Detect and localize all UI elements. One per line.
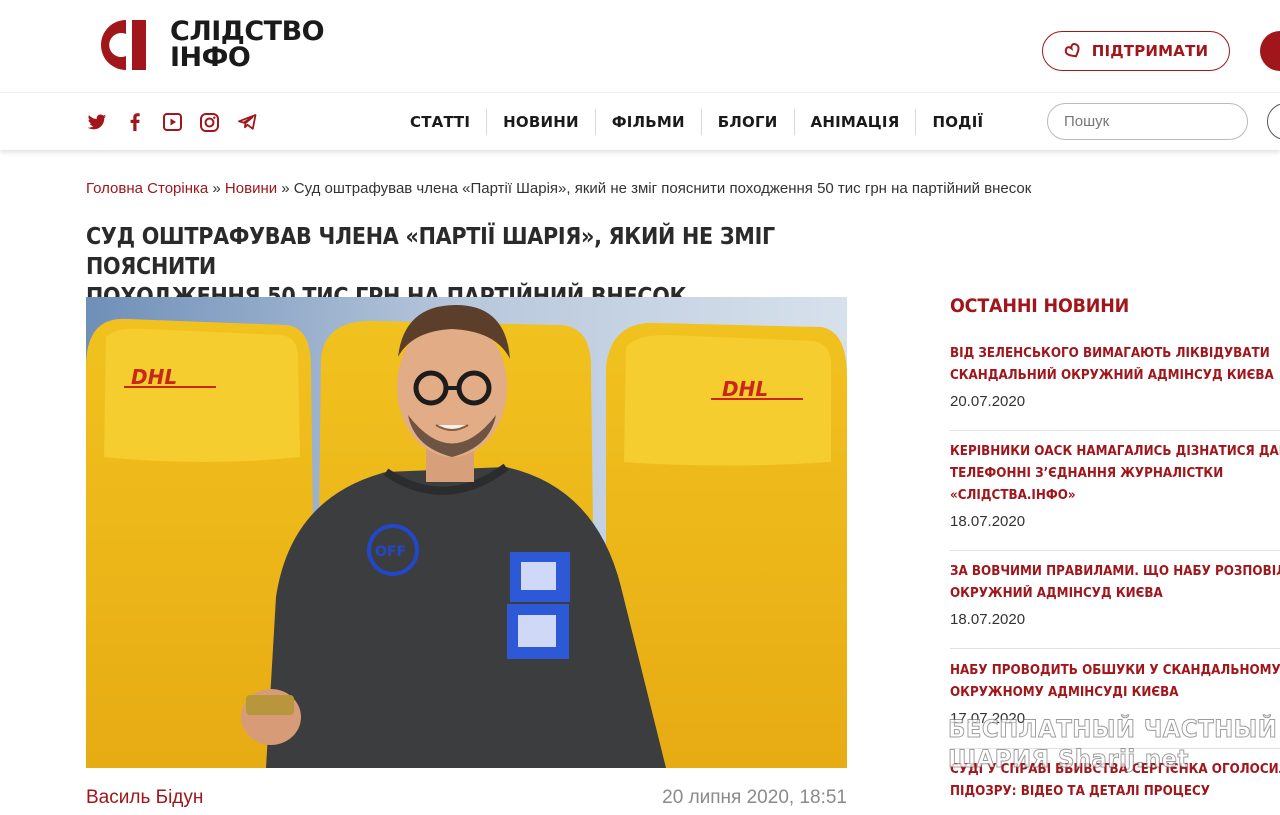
top-header: СЛІДСТВО ІНФО ПІДТРИМАТИ [0, 0, 1280, 92]
news-item-title-line[interactable]: ОКРУЖНОМУ АДМІНСУДІ КИЄВА [950, 682, 1280, 704]
dhl-logo-right: DHL [722, 377, 768, 401]
facebook-icon[interactable] [124, 111, 146, 133]
news-item-title-line[interactable]: «СЛІДСТВА.ІНФО» [950, 485, 1280, 507]
news-item[interactable]: КЕРІВНИКИ ОАСК НАМАГАЛИСЬ ДІЗНАТИСЯ ДАНІ… [950, 441, 1280, 530]
news-item-title-line[interactable]: ТЕЛЕФОННІ З’ЄДНАННЯ ЖУРНАЛІСТКИ [950, 463, 1280, 485]
nav-item-articles[interactable]: СТАТТІ [394, 109, 488, 135]
youtube-icon[interactable] [161, 111, 183, 133]
search-input[interactable] [1064, 113, 1263, 130]
instagram-icon[interactable] [199, 111, 221, 133]
nav-bar: СТАТТІ НОВИНИ ФІЛЬМИ БЛОГИ АНІМАЦІЯ ПОДІ… [0, 92, 1280, 150]
divider [950, 748, 1280, 749]
news-item[interactable]: ВІД ЗЕЛЕНСЬКОГО ВИМАГАЮТЬ ЛІКВІДУВАТИ СК… [950, 343, 1280, 410]
news-item-date: 20.07.2020 [950, 393, 1026, 410]
divider [950, 430, 1280, 431]
nav-item-blogs[interactable]: БЛОГИ [702, 109, 795, 135]
news-item-date: 18.07.2020 [950, 611, 1026, 628]
search-box [1047, 103, 1263, 140]
main-menu: СТАТТІ НОВИНИ ФІЛЬМИ БЛОГИ АНІМАЦІЯ ПОДІ… [394, 109, 999, 135]
news-item-title-line[interactable]: ПІДОЗРУ: ВІДЕО ТА ДЕТАЛІ ПРОЦЕСУ [950, 781, 1280, 803]
account-button[interactable] [1260, 31, 1280, 71]
hand-heart-icon [1064, 43, 1080, 58]
site-logo[interactable]: СЛІДСТВО ІНФО [86, 16, 325, 74]
support-button[interactable]: ПІДТРИМАТИ [1042, 31, 1230, 71]
telegram-icon[interactable] [236, 111, 258, 133]
news-item-title-line[interactable]: КЕРІВНИКИ ОАСК НАМАГАЛИСЬ ДІЗНАТИСЯ ДАНІ… [950, 441, 1280, 463]
article-date: 20 липня 2020, 18:51 [662, 787, 847, 808]
sidebar-title: ОСТАННІ НОВИНИ [950, 295, 1130, 317]
article-title-line-1: СУД ОШТРАФУВАВ ЧЛЕНА «ПАРТІЇ ШАРІЯ», ЯКИ… [86, 224, 775, 280]
logo-mark-icon [100, 19, 146, 70]
divider [950, 648, 1280, 649]
sweater-print-text: OFF [375, 544, 406, 560]
social-links [86, 111, 274, 133]
news-item-title-line[interactable]: ВІД ЗЕЛЕНСЬКОГО ВИМАГАЮТЬ ЛІКВІДУВАТИ [950, 343, 1280, 365]
news-item-date: 17.07.2020 [950, 710, 1026, 727]
twitter-icon[interactable] [86, 111, 108, 133]
breadcrumb-separator: » [212, 180, 221, 197]
article-author[interactable]: Василь Бідун [86, 787, 203, 809]
news-item[interactable]: НАБУ ПРОВОДИТЬ ОБШУКИ У СКАНДАЛЬНОМУ ОКР… [950, 660, 1280, 727]
dhl-logo-left: DHL [131, 365, 177, 389]
divider [950, 550, 1280, 551]
news-item-date: 18.07.2020 [950, 513, 1026, 530]
news-item-title-line[interactable]: СУДІ У СПРАВІ ВБИВСТВА СЕРГІЄНКА ОГОЛОСИ… [950, 759, 1280, 781]
news-item[interactable]: СУДІ У СПРАВІ ВБИВСТВА СЕРГІЄНКА ОГОЛОСИ… [950, 759, 1280, 803]
logo-text: СЛІДСТВО ІНФО [170, 18, 325, 73]
news-item[interactable]: ЗА ВОВЧИМИ ПРАВИЛАМИ. ЩО НАБУ РОЗПОВІЛО … [950, 561, 1280, 628]
nav-item-news[interactable]: НОВИНИ [487, 109, 596, 135]
breadcrumb-section[interactable]: Новини [225, 180, 277, 197]
support-button-label: ПІДТРИМАТИ [1091, 42, 1209, 60]
breadcrumb-current: Суд оштрафував члена «Партії Шарія», яки… [293, 180, 1032, 197]
nav-item-films[interactable]: ФІЛЬМИ [596, 109, 702, 135]
breadcrumb-home[interactable]: Головна Сторінка [86, 180, 208, 197]
logo-line-2: ІНФО [170, 42, 251, 73]
breadcrumb-separator: » [281, 180, 290, 197]
news-item-title-line[interactable]: СКАНДАЛЬНИЙ ОКРУЖНИЙ АДМІНСУД КИЄВА [950, 365, 1280, 387]
news-item-title-line[interactable]: НАБУ ПРОВОДИТЬ ОБШУКИ У СКАНДАЛЬНОМУ [950, 660, 1280, 682]
news-item-title-line[interactable]: ОКРУЖНИЙ АДМІНСУД КИЄВА [950, 583, 1280, 605]
article-photo: DHL DHL OFF [86, 297, 847, 768]
news-item-title-line[interactable]: ЗА ВОВЧИМИ ПРАВИЛАМИ. ЩО НАБУ РОЗПОВІЛО … [950, 561, 1280, 583]
breadcrumb: Головна Сторінка » Новини » Суд оштрафув… [86, 180, 1031, 197]
nav-item-animation[interactable]: АНІМАЦІЯ [795, 109, 917, 135]
extra-nav-button[interactable] [1267, 103, 1280, 140]
nav-item-events[interactable]: ПОДІЇ [916, 109, 999, 135]
